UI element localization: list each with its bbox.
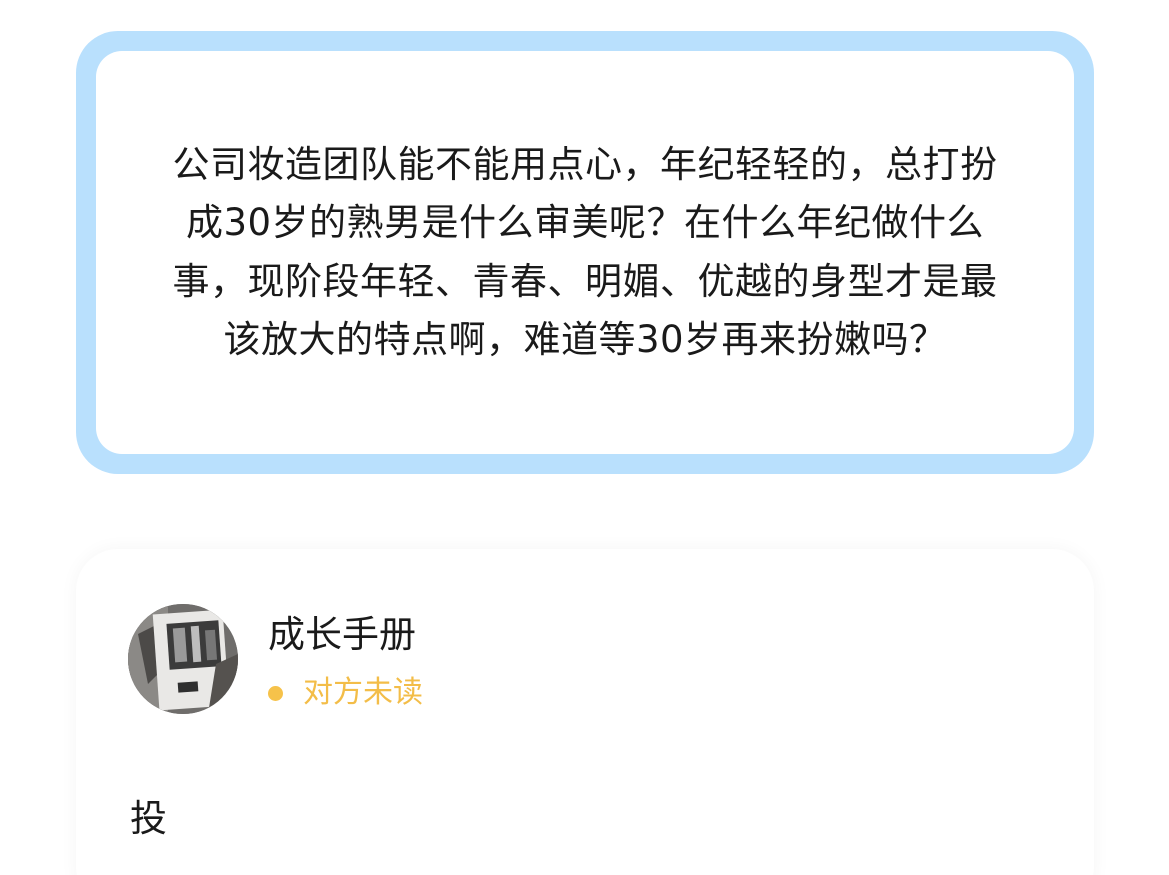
author-name[interactable]: 成长手册: [268, 613, 416, 657]
reply-body: 投: [130, 797, 167, 840]
reply-card[interactable]: 成长手册 对方未读 投: [76, 549, 1094, 875]
read-status-label: 对方未读: [303, 675, 423, 710]
read-status: 对方未读: [268, 673, 423, 713]
question-text: 公司妆造团队能不能用点心，年纪轻轻的，总打扮成30岁的熟男是什么审美呢？在什么年…: [172, 142, 998, 362]
avatar[interactable]: [128, 604, 238, 714]
book-photo-avatar-icon: [128, 604, 238, 714]
question-card: 公司妆造团队能不能用点心，年纪轻轻的，总打扮成30岁的熟男是什么审美呢？在什么年…: [76, 31, 1094, 474]
page: 公司妆造团队能不能用点心，年纪轻轻的，总打扮成30岁的熟男是什么审美呢？在什么年…: [0, 0, 1169, 875]
status-dot-icon: [268, 685, 283, 701]
question-inner: 公司妆造团队能不能用点心，年纪轻轻的，总打扮成30岁的熟男是什么审美呢？在什么年…: [96, 51, 1074, 454]
